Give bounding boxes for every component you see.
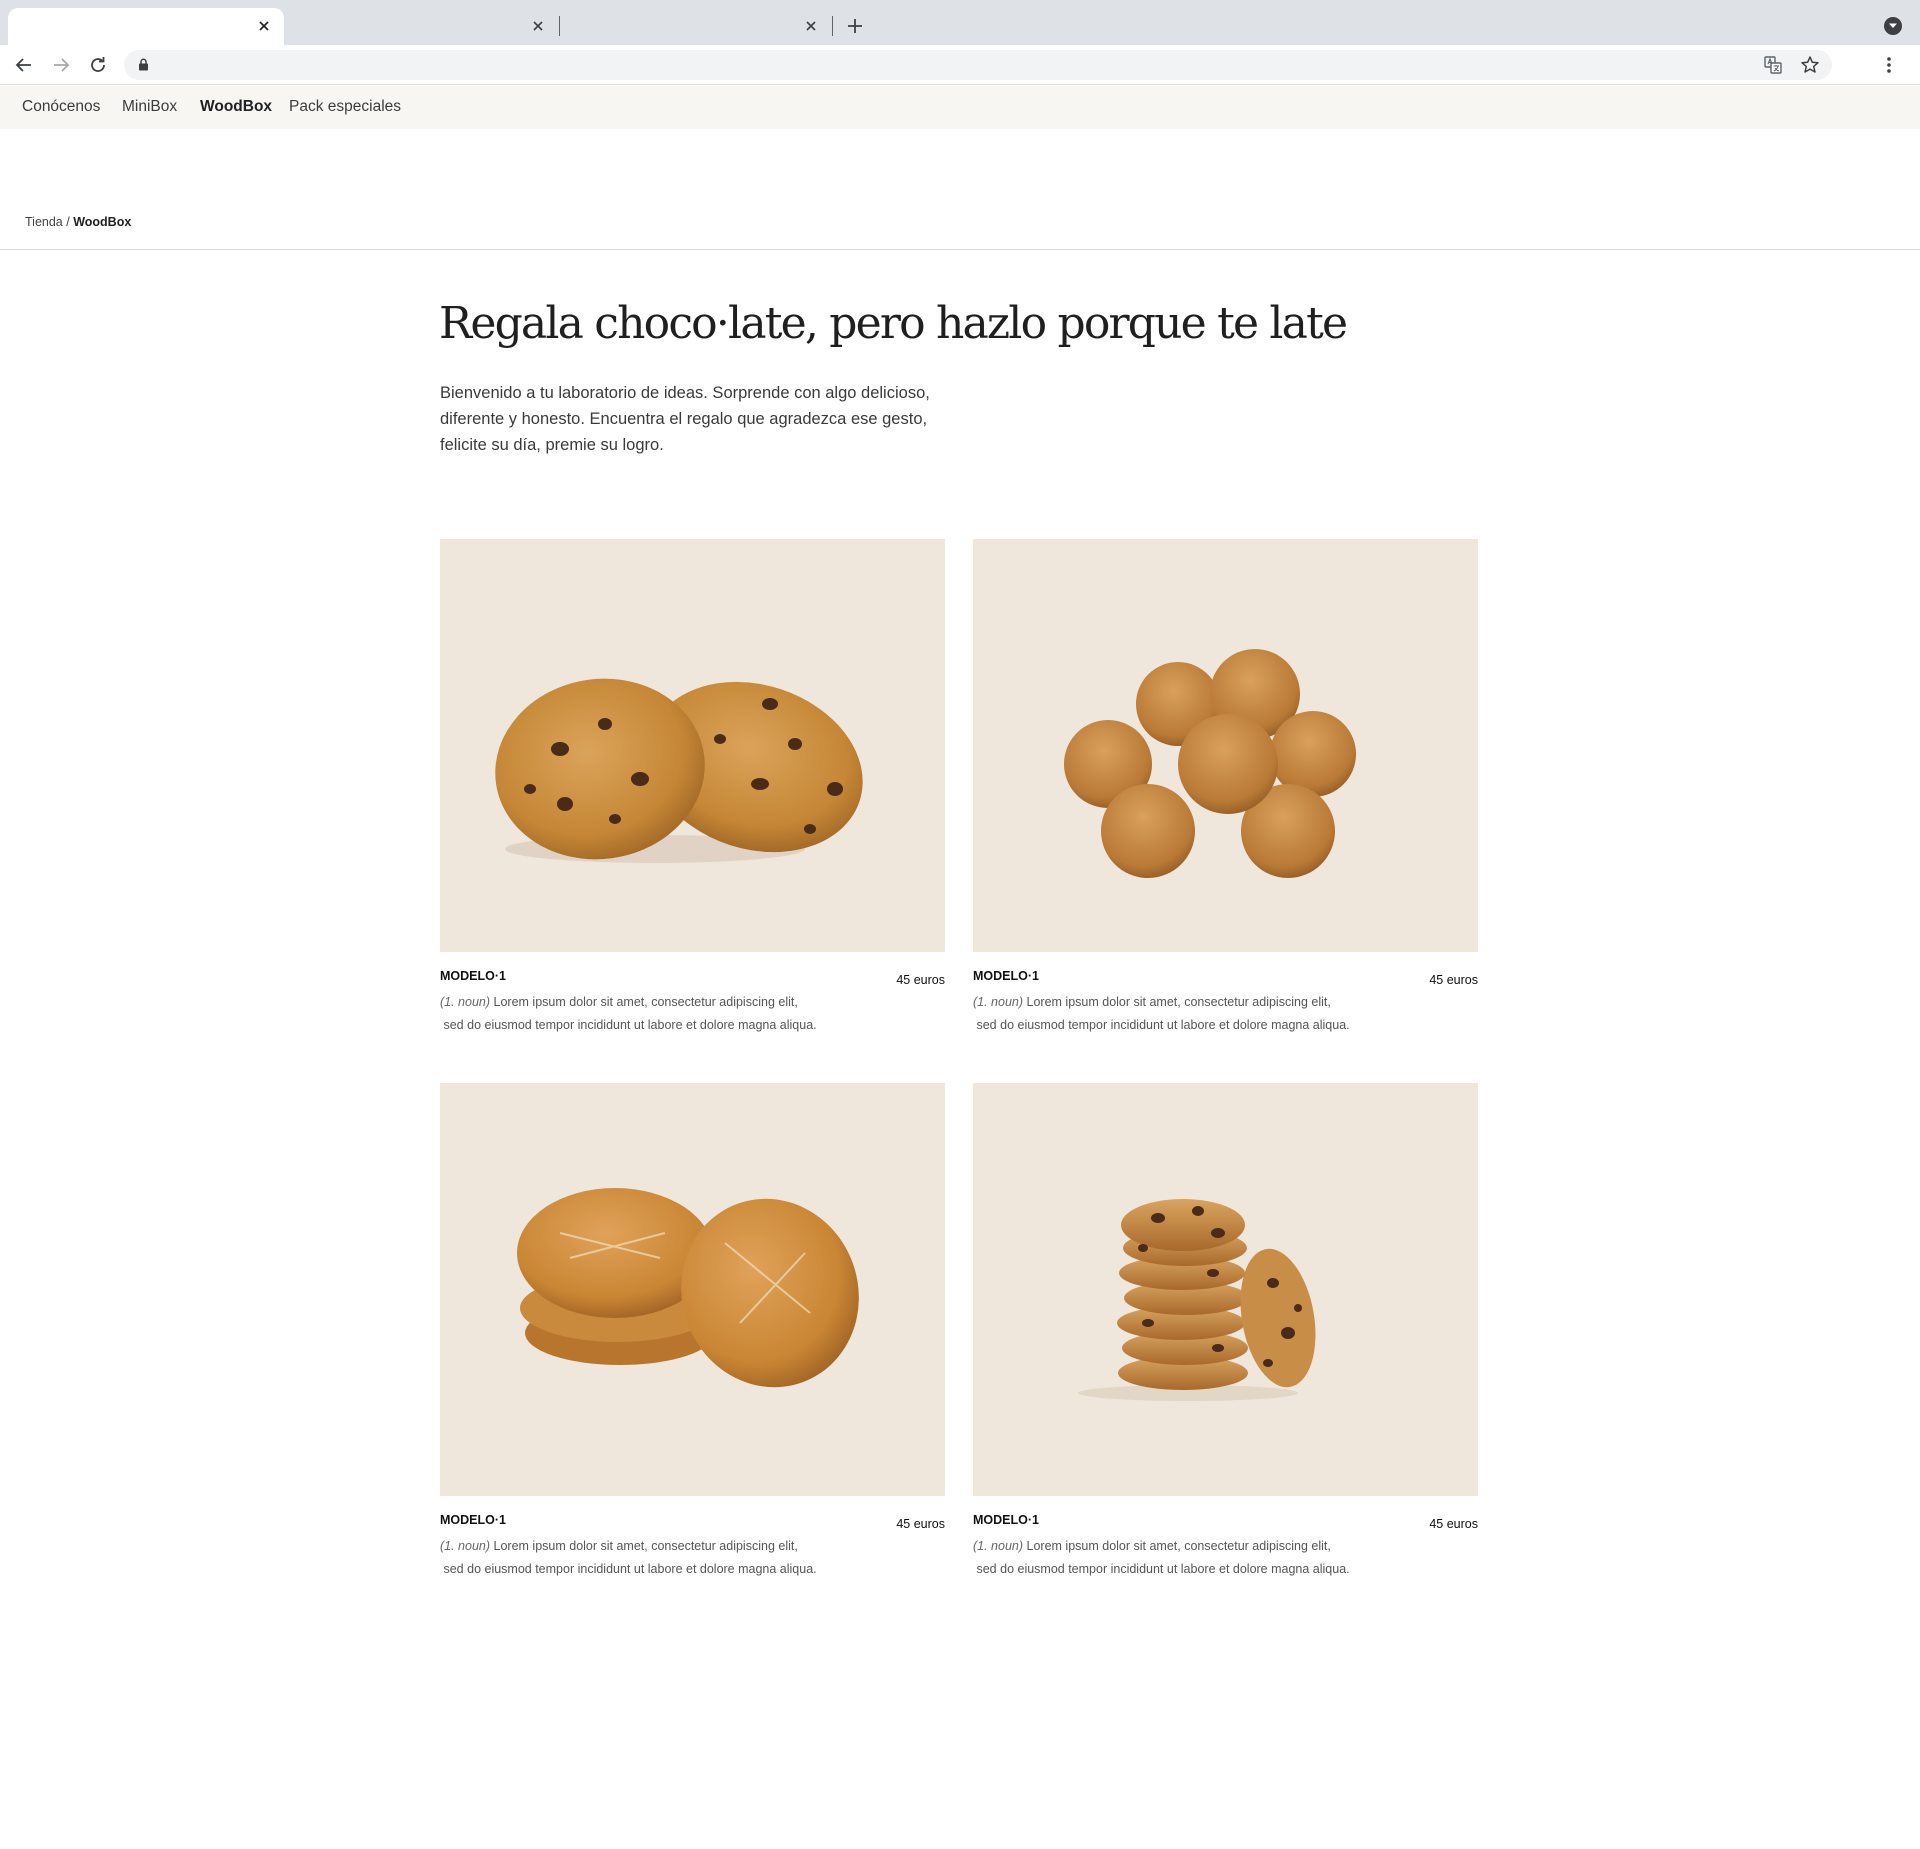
close-icon[interactable]: [530, 18, 546, 34]
product-price: 45 euros: [896, 1517, 945, 1531]
forward-arrow-icon[interactable]: [50, 54, 72, 76]
product-meta: MODELO·1 45 euros (1. noun) Lorem ipsum …: [440, 952, 945, 1042]
description-note: (1. noun): [973, 995, 1024, 1009]
product-image-cookie-tower[interactable]: [973, 1083, 1478, 1496]
description-line-2: sed do eiusmod tempor incididunt ut labo…: [443, 1018, 817, 1032]
description-line-1: Lorem ipsum dolor sit amet, consectetur …: [493, 995, 798, 1009]
nav-item-woodbox[interactable]: WoodBox: [200, 98, 272, 116]
description-line-1: Lorem ipsum dolor sit amet, consectetur …: [493, 1539, 798, 1553]
site-navigation: Conócenos MiniBox WoodBox Pack especiale…: [0, 86, 1920, 129]
product-name[interactable]: MODELO·1: [440, 969, 506, 983]
browser-toolbar: [0, 45, 1920, 85]
breadcrumb: Tienda / WoodBox: [25, 215, 131, 229]
product-card: MODELO·1 45 euros (1. noun) Lorem ipsum …: [973, 539, 1478, 1042]
url-input[interactable]: [160, 54, 1760, 76]
product-meta: MODELO·1 45 euros (1. noun) Lorem ipsum …: [440, 1496, 945, 1586]
product-description: (1. noun) Lorem ipsum dolor sit amet, co…: [440, 991, 945, 1037]
reload-icon[interactable]: [87, 54, 109, 76]
page-title: Regala choco·late, pero hazlo porque te …: [439, 298, 1348, 349]
new-tab-plus-icon[interactable]: [845, 16, 865, 36]
close-icon[interactable]: [256, 18, 272, 34]
product-card: MODELO·1 45 euros (1. noun) Lorem ipsum …: [440, 539, 945, 1042]
product-name[interactable]: MODELO·1: [440, 1513, 506, 1527]
intro-paragraph: Bienvenido a tu laboratorio de ideas. So…: [440, 384, 930, 454]
product-image-sugar-cookies[interactable]: [440, 1083, 945, 1496]
address-bar[interactable]: [124, 50, 1832, 80]
back-arrow-icon[interactable]: [13, 54, 35, 76]
breadcrumb-link-tienda[interactable]: Tienda: [25, 215, 63, 229]
browser-tab-3[interactable]: [555, 8, 833, 45]
nav-item-minibox[interactable]: MiniBox: [122, 98, 177, 116]
description-note: (1. noun): [440, 1539, 491, 1553]
product-price: 45 euros: [896, 973, 945, 987]
product-card: MODELO·1 45 euros (1. noun) Lorem ipsum …: [440, 1083, 945, 1586]
description-line-2: sed do eiusmod tempor incididunt ut labo…: [976, 1018, 1350, 1032]
product-card: MODELO·1 45 euros (1. noun) Lorem ipsum …: [973, 1083, 1478, 1586]
product-description: (1. noun) Lorem ipsum dolor sit amet, co…: [973, 1535, 1478, 1581]
tab-search-dropdown-icon[interactable]: [1884, 17, 1902, 35]
section-divider: [0, 249, 1920, 250]
description-line-1: Lorem ipsum dolor sit amet, consectetur …: [1026, 1539, 1331, 1553]
nav-item-pack-especiales[interactable]: Pack especiales: [289, 98, 401, 116]
product-image-chocolate-chip-cookies[interactable]: [440, 539, 945, 952]
browser-tabstrip: [0, 0, 1920, 45]
product-image-round-biscuits[interactable]: [973, 539, 1478, 952]
tab-separator: [832, 16, 833, 36]
description-note: (1. noun): [440, 995, 491, 1009]
product-description: (1. noun) Lorem ipsum dolor sit amet, co…: [440, 1535, 945, 1581]
product-name[interactable]: MODELO·1: [973, 1513, 1039, 1527]
description-line-1: Lorem ipsum dolor sit amet, consectetur …: [1026, 995, 1331, 1009]
lock-icon: [139, 58, 148, 71]
description-line-2: sed do eiusmod tempor incididunt ut labo…: [976, 1562, 1350, 1576]
product-meta: MODELO·1 45 euros (1. noun) Lorem ipsum …: [973, 1496, 1478, 1586]
bookmark-star-icon[interactable]: [1800, 55, 1820, 75]
product-name[interactable]: MODELO·1: [973, 969, 1039, 983]
browser-menu-icon[interactable]: [1886, 54, 1892, 76]
product-price: 45 euros: [1429, 973, 1478, 987]
translate-icon[interactable]: [1764, 56, 1782, 74]
breadcrumb-current: WoodBox: [73, 215, 132, 229]
browser-tab-1[interactable]: [8, 8, 284, 45]
product-description: (1. noun) Lorem ipsum dolor sit amet, co…: [973, 991, 1478, 1037]
description-note: (1. noun): [973, 1539, 1024, 1553]
product-meta: MODELO·1 45 euros (1. noun) Lorem ipsum …: [973, 952, 1478, 1042]
close-icon[interactable]: [803, 18, 819, 34]
nav-item-conocenos[interactable]: Conócenos: [22, 98, 100, 116]
description-line-2: sed do eiusmod tempor incididunt ut labo…: [443, 1562, 817, 1576]
browser-tab-2[interactable]: [282, 8, 560, 45]
product-price: 45 euros: [1429, 1517, 1478, 1531]
breadcrumb-separator: /: [62, 215, 74, 229]
